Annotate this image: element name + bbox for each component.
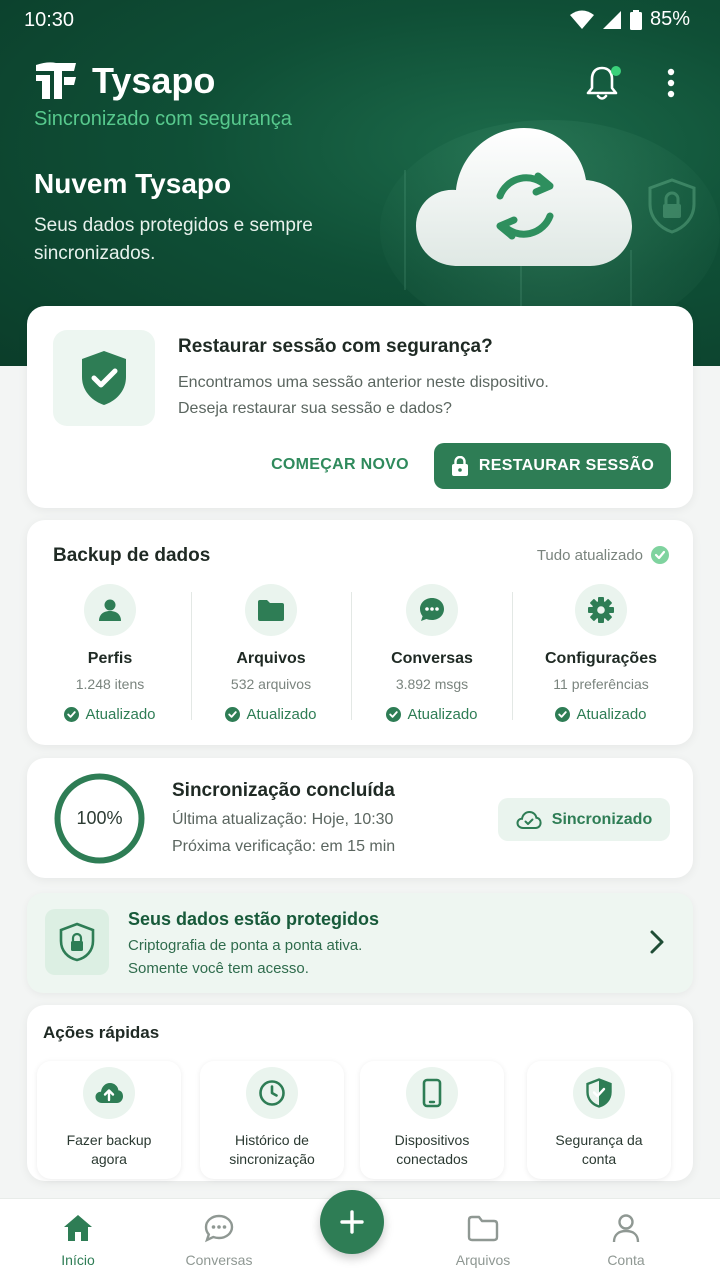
- sync-status-card: 100% Sincronização concluída Última atua…: [27, 758, 693, 878]
- app-name: Tysapo: [92, 60, 216, 101]
- chevron-right-icon: [650, 930, 664, 954]
- backup-status: Tudo atualizado: [537, 546, 669, 564]
- lock-icon: [451, 456, 468, 476]
- synced-button[interactable]: Sincronizado: [498, 798, 670, 841]
- backup-item-files[interactable]: Arquivos 532 arquivos Atualizado: [191, 584, 351, 723]
- cloud-upload-icon: [95, 1083, 123, 1103]
- folder-icon: [258, 600, 284, 621]
- cloud-check-icon: [516, 810, 542, 829]
- nav-item-files[interactable]: Arquivos: [428, 1213, 538, 1268]
- battery-icon: [629, 9, 642, 30]
- last-update: Última atualização: Hoje, 10:30: [172, 811, 394, 828]
- restore-title: Restaurar sessão com segurança?: [178, 336, 493, 357]
- sync-title: Sincronização concluída: [172, 780, 395, 801]
- phone-icon: [422, 1078, 442, 1108]
- check-circle-icon: [386, 707, 402, 722]
- quick-actions-title: Ações rápidas: [43, 1023, 160, 1042]
- shield-check-icon: [82, 351, 126, 405]
- lock-shield-icon: [59, 922, 95, 962]
- wifi-icon: [569, 10, 594, 29]
- tysapo-logo-icon: [36, 62, 76, 99]
- backup-item-profiles[interactable]: Perfis 1.248 itens Atualizado: [30, 584, 190, 723]
- gear-icon: [588, 597, 614, 623]
- circuit-line: [404, 170, 406, 290]
- cloud-sync-icon: [416, 128, 632, 266]
- person-icon: [99, 599, 121, 621]
- signal-icon: [602, 10, 621, 29]
- chat-icon: [204, 1214, 234, 1243]
- data-protected-banner[interactable]: Seus dados estão protegidos Criptografia…: [27, 893, 693, 993]
- restore-description: Encontramos uma sessão anterior neste di…: [178, 374, 549, 417]
- notification-dot: [611, 66, 621, 76]
- chat-icon: [420, 598, 444, 621]
- user-icon: [612, 1214, 640, 1243]
- nav-item-conversations[interactable]: Conversas: [164, 1213, 274, 1268]
- hero-subtitle: Seus dados protegidos e sempre sincroniz…: [34, 215, 313, 264]
- add-button[interactable]: [320, 1190, 384, 1254]
- check-circle-icon: [225, 707, 241, 722]
- progress-value: 100%: [76, 808, 123, 828]
- battery-level: 85%: [649, 8, 690, 30]
- status-bar: 10:30 85%: [0, 0, 720, 40]
- quick-action-connected-devices[interactable]: Dispositivos conectados: [360, 1061, 504, 1179]
- app-brand: Tysapo: [34, 60, 215, 102]
- quick-action-sync-history[interactable]: Histórico de sincronização: [200, 1061, 344, 1179]
- restore-session-label: RESTAURAR SESSÃO: [478, 457, 655, 474]
- lock-shield-icon: [648, 178, 696, 234]
- backup-item-settings[interactable]: Configurações 11 preferências Atualizado: [521, 584, 681, 723]
- backup-title: Backup de dados: [53, 545, 211, 566]
- restore-session-card: Restaurar sessão com segurança? Encontra…: [27, 306, 693, 508]
- next-check: Próxima verificação: em 15 min: [172, 838, 396, 855]
- home-icon: [64, 1215, 92, 1241]
- quick-action-backup-now[interactable]: Fazer backup agora: [37, 1061, 181, 1179]
- protected-line-2: Somente você tem acesso.: [128, 960, 309, 977]
- plus-icon: [340, 1210, 364, 1234]
- shield-badge: [53, 330, 155, 426]
- status-time: 10:30: [24, 9, 75, 31]
- quick-action-account-security[interactable]: Segurança da conta: [527, 1061, 671, 1179]
- protected-title: Seus dados estão protegidos: [128, 909, 380, 929]
- start-new-button[interactable]: COMEÇAR NOVO: [260, 456, 420, 474]
- divider: [512, 592, 513, 720]
- more-menu-icon[interactable]: [664, 68, 678, 98]
- hero-title: Nuvem Tysapo: [34, 168, 232, 199]
- check-circle-icon: [651, 546, 669, 564]
- shield-icon: [586, 1078, 612, 1108]
- nav-item-home[interactable]: Início: [23, 1213, 133, 1268]
- quick-actions-card: Ações rápidas Fazer backup agora Históri…: [27, 1005, 693, 1181]
- check-circle-icon: [64, 707, 80, 722]
- app-subtitle: Sincronizado com segurança: [34, 108, 292, 130]
- protected-line-1: Criptografia de ponta a ponta ativa.: [128, 937, 363, 954]
- backup-item-conversations[interactable]: Conversas 3.892 msgs Atualizado: [352, 584, 512, 723]
- data-backup-card: Backup de dados Tudo atualizado Perfis 1…: [27, 520, 693, 745]
- restore-session-button[interactable]: RESTAURAR SESSÃO: [434, 443, 671, 489]
- nav-item-account[interactable]: Conta: [571, 1213, 681, 1268]
- clock-icon: [259, 1080, 285, 1106]
- check-circle-icon: [555, 707, 571, 722]
- folder-icon: [467, 1215, 499, 1242]
